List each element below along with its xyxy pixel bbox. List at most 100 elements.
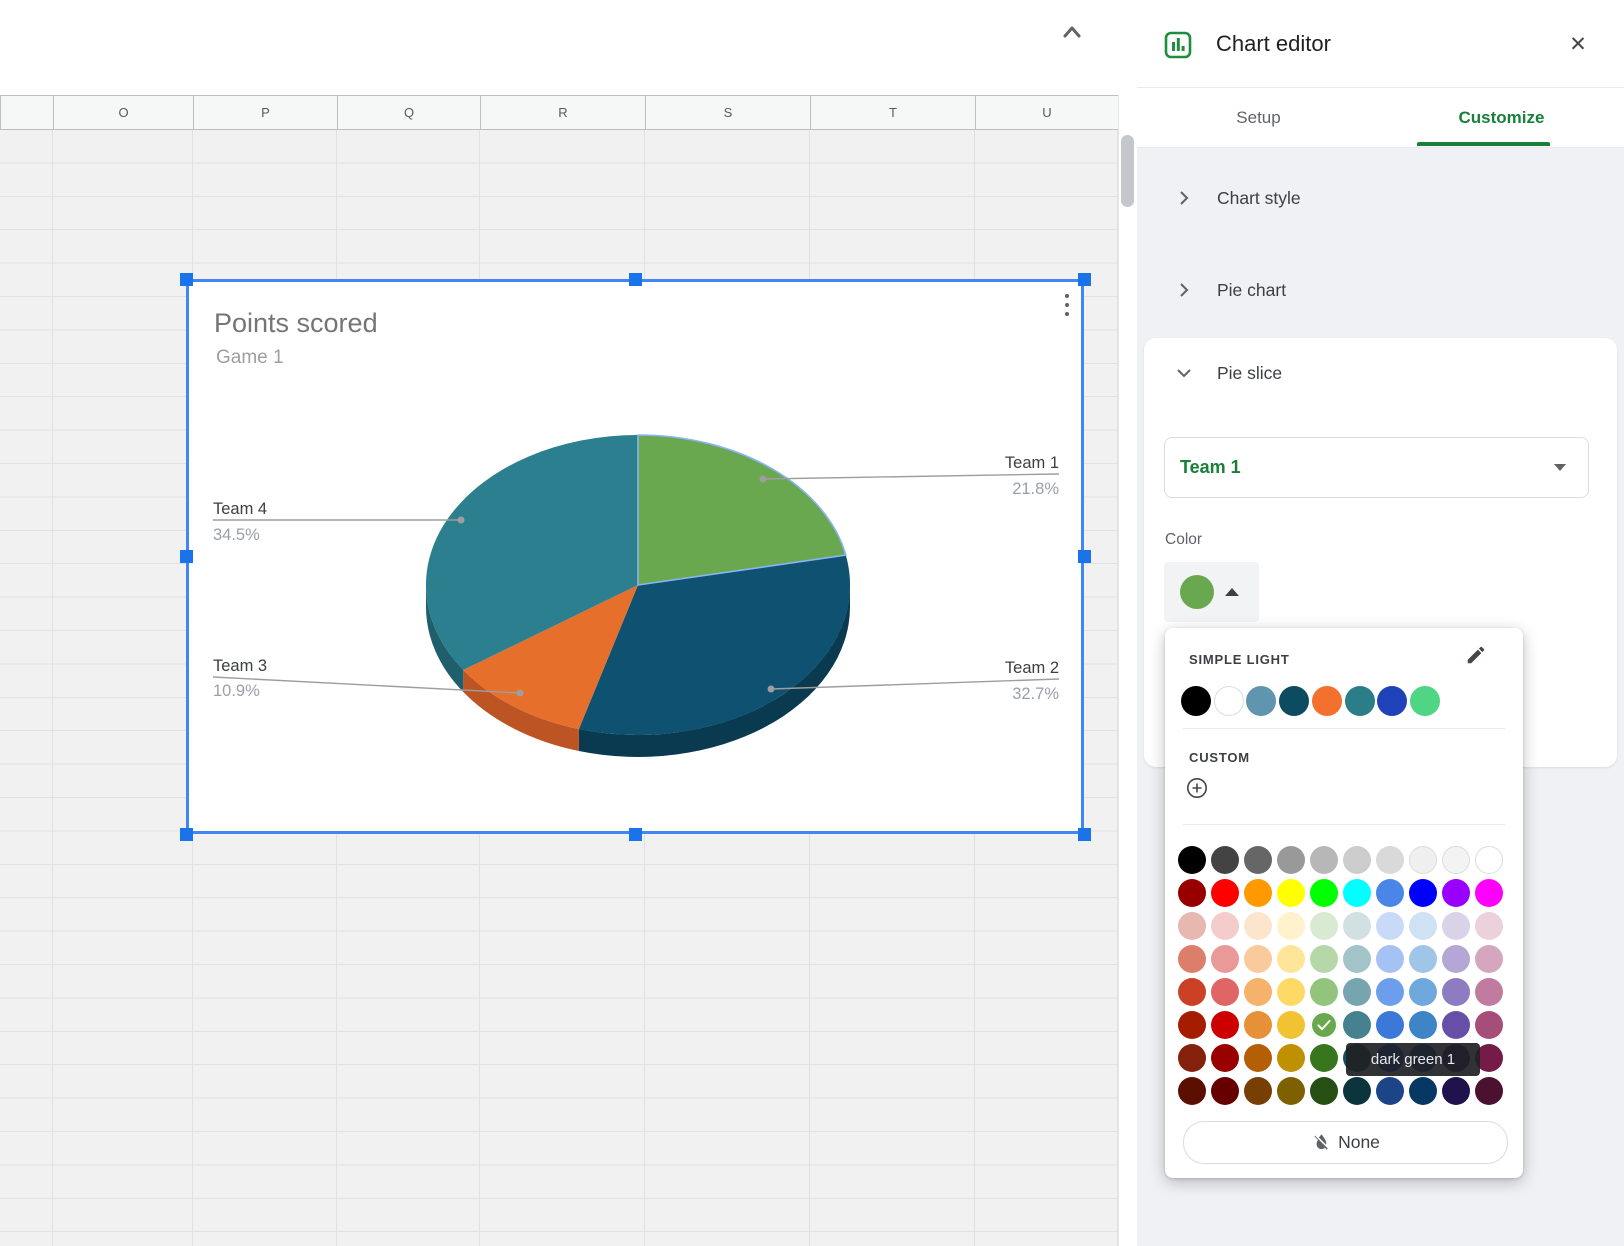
palette-color-d9d9d9[interactable] <box>1376 846 1404 874</box>
palette-color-d0e0e3[interactable] <box>1343 912 1371 940</box>
column-header-O[interactable]: O <box>53 96 193 129</box>
palette-color-b7b7b7[interactable] <box>1310 846 1338 874</box>
palette-color-5b0f00[interactable] <box>1178 1077 1206 1105</box>
palette-color-8e7cc3[interactable] <box>1442 978 1470 1006</box>
palette-color-00ff00[interactable] <box>1310 879 1338 907</box>
column-header-Q[interactable]: Q <box>337 96 480 129</box>
palette-color-980000[interactable] <box>1178 879 1206 907</box>
palette-color-efefef[interactable] <box>1409 846 1437 874</box>
selection-handle[interactable] <box>180 828 193 841</box>
palette-color-660000[interactable] <box>1211 1077 1239 1105</box>
palette-color-ff9900[interactable] <box>1244 879 1272 907</box>
selection-handle[interactable] <box>629 273 642 286</box>
theme-color-1e42b8[interactable] <box>1377 686 1407 716</box>
none-color-button[interactable]: None <box>1183 1121 1508 1164</box>
selection-handle[interactable] <box>1078 273 1091 286</box>
palette-color-7f6000[interactable] <box>1277 1077 1305 1105</box>
palette-color-f1c232[interactable] <box>1277 1011 1305 1039</box>
palette-color-00ffff[interactable] <box>1343 879 1371 907</box>
palette-color-999999[interactable] <box>1277 846 1305 874</box>
palette-color-cccccc[interactable] <box>1343 846 1371 874</box>
palette-color-274e13[interactable] <box>1310 1077 1338 1105</box>
palette-color-b6d7a8[interactable] <box>1310 945 1338 973</box>
palette-color-0c343d[interactable] <box>1343 1077 1371 1105</box>
palette-color-76a5af[interactable] <box>1343 978 1371 1006</box>
column-header-U[interactable]: U <box>975 96 1118 129</box>
theme-color-f4702d[interactable] <box>1312 686 1342 716</box>
palette-color-ffffff[interactable] <box>1475 846 1503 874</box>
palette-color-6d9eeb[interactable] <box>1376 978 1404 1006</box>
palette-color-dd7e6b[interactable] <box>1178 945 1206 973</box>
palette-color-cc4125[interactable] <box>1178 978 1206 1006</box>
palette-color-073763[interactable] <box>1409 1077 1437 1105</box>
palette-color-fce5cd[interactable] <box>1244 912 1272 940</box>
column-header-P[interactable]: P <box>193 96 337 129</box>
color-swatch-button[interactable] <box>1164 562 1259 622</box>
chart-object[interactable]: Points scored Game 1 <box>186 279 1084 834</box>
palette-color-fff2cc[interactable] <box>1277 912 1305 940</box>
palette-color-93c47d[interactable] <box>1310 978 1338 1006</box>
palette-color-783f04[interactable] <box>1244 1077 1272 1105</box>
theme-color-ffffff[interactable] <box>1214 686 1244 716</box>
palette-color-3d85c6[interactable] <box>1409 1011 1437 1039</box>
palette-color-a2c4c9[interactable] <box>1343 945 1371 973</box>
palette-color-ead1dc[interactable] <box>1475 912 1503 940</box>
palette-color-ffff00[interactable] <box>1277 879 1305 907</box>
palette-color-666666[interactable] <box>1244 846 1272 874</box>
theme-color-6095af[interactable] <box>1246 686 1276 716</box>
palette-color-674ea7[interactable] <box>1442 1011 1470 1039</box>
palette-color-0000ff[interactable] <box>1409 879 1437 907</box>
palette-color-1c4587[interactable] <box>1376 1077 1404 1105</box>
tab-customize[interactable]: Customize <box>1380 88 1623 147</box>
section-pie-chart[interactable]: Pie chart <box>1137 262 1624 318</box>
tab-setup[interactable]: Setup <box>1137 88 1380 147</box>
column-header-R[interactable]: R <box>480 96 645 129</box>
palette-color-c9daf8[interactable] <box>1376 912 1404 940</box>
selection-handle[interactable] <box>1078 828 1091 841</box>
selection-handle[interactable] <box>180 550 193 563</box>
palette-color-ffe599[interactable] <box>1277 945 1305 973</box>
palette-color-b4a7d6[interactable] <box>1442 945 1470 973</box>
palette-color-e06666[interactable] <box>1211 978 1239 1006</box>
palette-color-f6b26b[interactable] <box>1244 978 1272 1006</box>
theme-color-000000[interactable] <box>1181 686 1211 716</box>
close-panel-button[interactable]: ✕ <box>1566 32 1590 56</box>
selection-handle[interactable] <box>1078 550 1091 563</box>
palette-color-ffd966[interactable] <box>1277 978 1305 1006</box>
palette-color-990000[interactable] <box>1211 1044 1239 1072</box>
palette-color-e6b8af[interactable] <box>1178 912 1206 940</box>
palette-color-b45f06[interactable] <box>1244 1044 1272 1072</box>
theme-color-2b7e88[interactable] <box>1345 686 1375 716</box>
series-select[interactable]: Team 1 <box>1164 437 1589 498</box>
palette-color-d5a6bd[interactable] <box>1475 945 1503 973</box>
palette-color-ff0000[interactable] <box>1211 879 1239 907</box>
selection-handle[interactable] <box>629 828 642 841</box>
column-header-S[interactable]: S <box>645 96 810 129</box>
palette-color-38761d[interactable] <box>1310 1044 1338 1072</box>
palette-color-4a86e8[interactable] <box>1376 879 1404 907</box>
palette-color-20124d[interactable] <box>1442 1077 1470 1105</box>
palette-color-85200c[interactable] <box>1178 1044 1206 1072</box>
palette-color-ff00ff[interactable] <box>1475 879 1503 907</box>
palette-color-9900ff[interactable] <box>1442 879 1470 907</box>
palette-color-45818e[interactable] <box>1343 1011 1371 1039</box>
add-custom-color-button[interactable] <box>1185 776 1209 800</box>
palette-color-cc0000[interactable] <box>1211 1011 1239 1039</box>
column-header-partial[interactable] <box>0 96 53 129</box>
palette-color-d9d2e9[interactable] <box>1442 912 1470 940</box>
column-header-T[interactable]: T <box>810 96 975 129</box>
selection-handle[interactable] <box>180 273 193 286</box>
palette-color-c27ba0[interactable] <box>1475 978 1503 1006</box>
section-chart-style[interactable]: Chart style <box>1137 170 1624 226</box>
edit-theme-button[interactable] <box>1465 644 1489 668</box>
palette-color-d9ead3[interactable] <box>1310 912 1338 940</box>
section-pie-slice[interactable]: Pie slice <box>1137 345 1624 401</box>
collapse-toolbar-button[interactable] <box>1058 18 1086 46</box>
sheet-scrollbar-track[interactable] <box>1118 95 1137 1246</box>
palette-color-a64d79[interactable] <box>1475 1011 1503 1039</box>
theme-color-0c4b60[interactable] <box>1279 686 1309 716</box>
palette-color-f4cccc[interactable] <box>1211 912 1239 940</box>
palette-color-6fa8dc[interactable] <box>1409 978 1437 1006</box>
palette-color-f3f3f3[interactable] <box>1442 846 1470 874</box>
palette-color-434343[interactable] <box>1211 846 1239 874</box>
